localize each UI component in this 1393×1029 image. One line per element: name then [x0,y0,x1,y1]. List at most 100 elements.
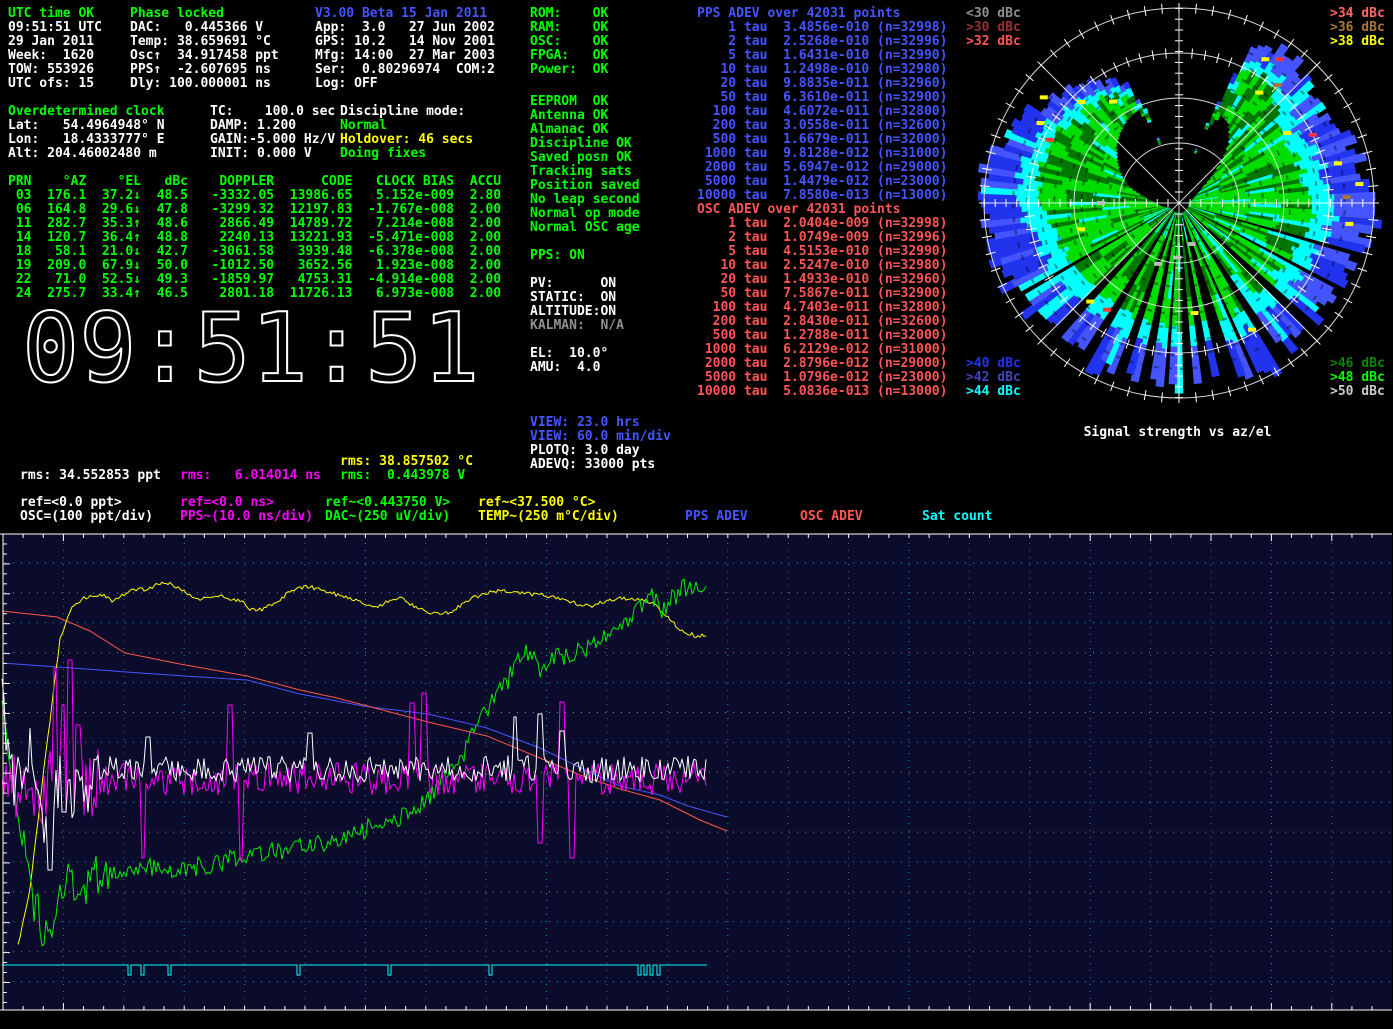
serial-number: Ser: 0.80296974 COM:2 [315,63,495,77]
ram-status: RAM: OK [530,21,608,35]
pps-adev-row: 2000 tau 5.6947e-012 (n=29000) [697,161,947,175]
pps-adev-title: PPS ADEV over 42031 points [697,7,901,21]
utc-time: 09:51:51 UTC [8,21,102,35]
scale-osc: OSC=(100 ppt/div) [20,510,153,524]
osc-adev-row: 10 tau 2.5247e-010 (n=32980) [697,259,947,273]
osc-adev-row: 2000 tau 2.8796e-012 (n=29000) [697,357,947,371]
az-el-signal-map [958,0,1393,420]
sat-table-row: 06 164.8 29.6↓ 47.8 -3299.32 12197.83 -1… [8,203,501,217]
el-mask: EL: 10.0° [530,347,608,361]
kalman-flag: KALMAN: N/A [530,319,624,333]
osc-age: Normal OSC age [530,221,640,235]
sat-table-header: PRN °AZ °EL dBc DOPPLER CODE CLOCK BIAS … [8,175,501,189]
pps-adev-row: 1000 tau 9.8128e-012 (n=31000) [697,147,947,161]
ref-temp: ref~<37.500 °C> [478,496,595,510]
gain-value: GAIN:-5.000 Hz/V [210,133,335,147]
osc-adev-row: 10000 tau 5.0836e-013 (n=13000) [697,385,947,399]
osc-adev-row: 200 tau 2.8430e-011 (n=32600) [697,315,947,329]
digital-clock: 09:51:51 [22,299,482,399]
osc-adev-row: 20 tau 1.4933e-010 (n=32960) [697,273,947,287]
osc-adev-row: 1 tau 2.0404e-009 (n=32998) [697,217,947,231]
dbc-gt44: >44 dBc [966,385,1021,399]
discipline-normal: Normal [340,119,387,133]
dbc-gt38: >38 dBc [1330,35,1385,49]
scale-pps: PPS~(10.0 ns/div) [180,510,313,524]
app-version: V3.00 Beta 15 Jan 2011 [315,7,487,21]
utc-offset: UTC ofs: 15 [8,77,94,91]
osc-adev-row: 2 tau 1.0749e-009 (n=32996) [697,231,947,245]
sat-table-row: 14 120.7 36.4↑ 48.8 2240.13 13221.93 -5.… [8,231,501,245]
scale-dac: DAC~(250 uV/div) [325,510,450,524]
sat-table-row: 03 176.1 37.2↓ 48.5 -3332.05 13986.65 5.… [8,189,501,203]
tc-value: TC: 100.0 sec [210,105,335,119]
pps-adev-row: 100 tau 4.6072e-011 (n=32800) [697,105,947,119]
antenna-status: Antenna OK [530,109,608,123]
dbc-gt46: >46 dBc [1330,357,1385,371]
rms-dac: rms: 0.443978 V [340,469,465,483]
ref-osc: ref=<0.0 ppt> [20,496,122,510]
longitude: Lon: 18.4333777° E [8,133,165,147]
legend-osc-adev: OSC ADEV [800,510,863,524]
rom-status: ROM: OK [530,7,608,21]
pps-adev-row: 10 tau 1.2498e-010 (n=32980) [697,63,947,77]
dbc-gt50: >50 dBc [1330,385,1385,399]
osc-adev-row: 1000 tau 6.2129e-012 (n=31000) [697,343,947,357]
app-date: App: 3.0 27 Jun 2002 [315,21,495,35]
osc-adev-row: 500 tau 1.2788e-011 (n=32000) [697,329,947,343]
discipline-status: Discipline OK [530,137,632,151]
adev-queue: ADEVQ: 33000 pts [530,458,655,472]
sat-table-row: 18 58.1 21.0↓ 42.7 -3061.58 3939.48 -6.3… [8,245,501,259]
sat-table-row: 11 282.7 35.3↑ 48.6 2866.49 14789.72 7.2… [8,217,501,231]
dbc-gt36: >36 dBc [1330,21,1385,35]
discipline-holdover: Holdover: 46 secs [340,133,473,147]
osc-adev-row: 100 tau 4.7403e-011 (n=32800) [697,301,947,315]
pps-adev-row: 50 tau 6.3610e-011 (n=32900) [697,91,947,105]
polar-caption: Signal strength vs az/el [960,426,1393,440]
pps-adev-row: 10000 tau 7.8580e-013 (n=13000) [697,189,947,203]
view-per-div: VIEW: 60.0 min/div [530,430,671,444]
osc-value: Osc↑ 34.917458 ppt [130,49,279,63]
pps-adev-row: 5 tau 1.6431e-010 (n=32990) [697,49,947,63]
sat-table-row: 19 209.0 67.9↓ 50.0 -1012.50 3652.56 1.9… [8,259,501,273]
pps-adev-row: 20 tau 9.8835e-011 (n=32960) [697,77,947,91]
gps-tow: TOW: 553926 [8,63,94,77]
static-flag: STATIC: ON [530,291,616,305]
altitude: Alt: 204.46002480 m [8,147,157,161]
position-saved: Position saved [530,179,640,193]
ref-dac: ref~<0.443750 V> [325,496,450,510]
altitude-flag: ALTITUDE:ON [530,305,616,319]
osc-adev-row: 5000 tau 1.0796e-012 (n=23000) [697,371,947,385]
latitude: Lat: 54.4964948° N [8,119,165,133]
pps-adev-row: 5000 tau 1.4479e-012 (n=23000) [697,175,947,189]
power-status: Power: OK [530,63,608,77]
pps-adev-row: 500 tau 1.6679e-011 (n=32000) [697,133,947,147]
osc-adev-row: 50 tau 7.5867e-011 (n=32900) [697,287,947,301]
osc-status: OSC: OK [530,35,608,49]
sat-table-row: 22 71.0 52.5↓ 49.3 -1859.97 4753.31 -4.9… [8,273,501,287]
rms-osc: rms: 34.552853 ppt [20,469,161,483]
gps-week: Week: 1620 [8,49,94,63]
phase-status: Phase locked [130,7,224,21]
osc-adev-title: OSC ADEV over 42031 points [697,203,901,217]
pps-adev-row: 1 tau 3.4856e-010 (n=32998) [697,21,947,35]
dbc-gt30: >30 dBc [966,21,1021,35]
init-value: INIT: 0.000 V [210,147,312,161]
op-mode: Normal op mode [530,207,640,221]
scale-temp: TEMP~(250 m°C/div) [478,510,619,524]
rms-pps: rms: 6.014014 ns [180,469,321,483]
dbc-gt32: >32 dBc [966,35,1021,49]
plot-queue: PLOTQ: 3.0 day [530,444,640,458]
almanac-status: Almanac OK [530,123,608,137]
mfg-date: Mfg: 14:00 27 Mar 2003 [315,49,495,63]
gps-version: GPS: 10.2 14 Nov 2001 [315,35,495,49]
discipline-mode-label: Discipline mode: [340,105,465,119]
leap-second: No leap second [530,193,640,207]
dbc-lt30: <30 dBc [966,7,1021,21]
temp-value: Temp: 38.659691 °C [130,35,271,49]
pps-adev-row: 2 tau 2.5268e-010 (n=32996) [697,35,947,49]
rms-temp: rms: 38.857502 °C [340,455,473,469]
pps-adev-row: 200 tau 3.0558e-011 (n=32600) [697,119,947,133]
pv-flag: PV: ON [530,277,616,291]
ref-pps: ref=<0.0 ns> [180,496,274,510]
osc-adev-row: 5 tau 4.5153e-010 (n=32990) [697,245,947,259]
